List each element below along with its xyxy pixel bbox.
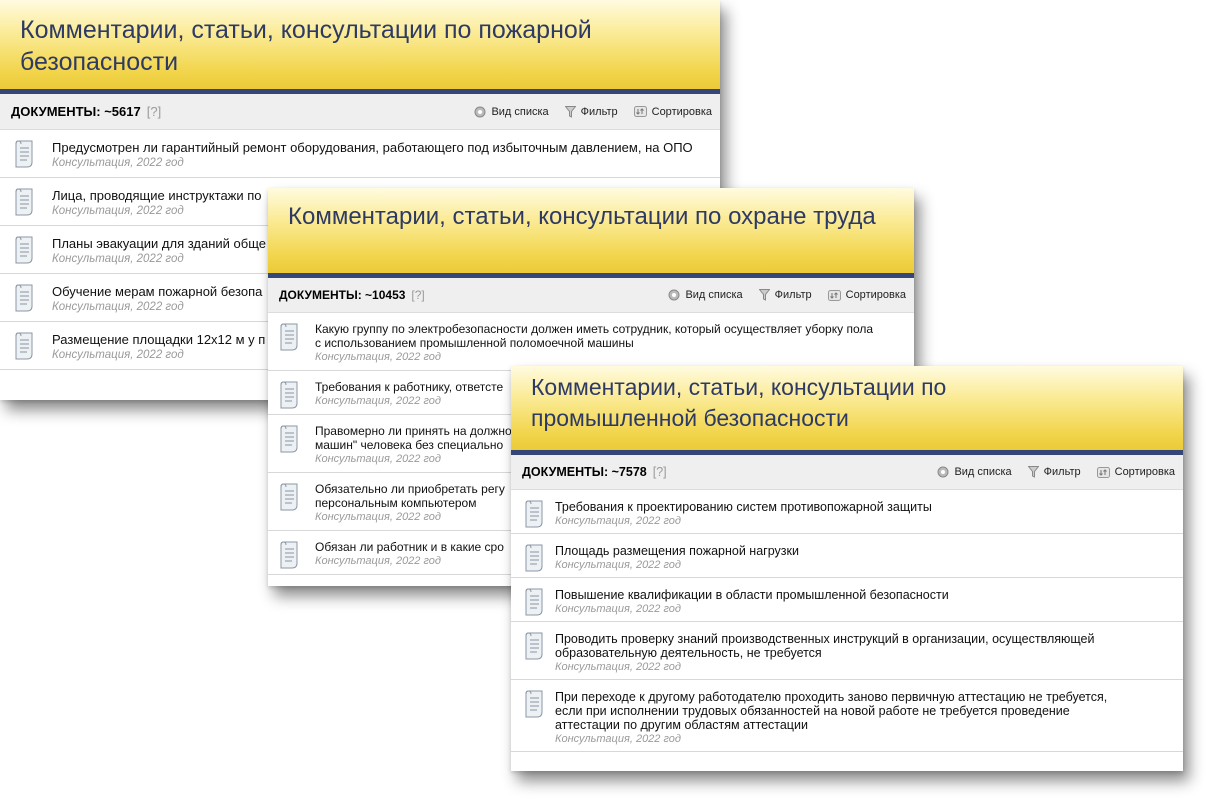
filter-button[interactable]: Фильтр: [758, 289, 812, 301]
document-icon: [525, 632, 543, 660]
panel-header: Комментарии, статьи, консультации по охр…: [268, 188, 914, 278]
document-icon: [280, 541, 298, 569]
document-meta: Консультация, 2022 год: [555, 661, 681, 673]
view-list-button[interactable]: Вид списка: [474, 105, 549, 118]
filter-icon: [1027, 466, 1039, 478]
document-title[interactable]: Требования к проектированию систем проти…: [555, 500, 1173, 514]
document-title[interactable]: Обязательно ли приобретать регу персонал…: [315, 482, 515, 510]
view-list-button[interactable]: Вид списка: [668, 289, 743, 301]
document-title[interactable]: Какую группу по электробезопасности долж…: [315, 322, 875, 350]
industrial-safety-panel: Комментарии, статьи, консультации по про…: [511, 366, 1183, 771]
document-icon: [525, 690, 543, 718]
document-title[interactable]: При переходе к другому работодателю прох…: [555, 690, 1115, 732]
sort-label: Сортировка: [1114, 466, 1175, 478]
sort-icon: [827, 289, 841, 301]
document-meta: Консультация, 2022 год: [555, 603, 681, 615]
list-item[interactable]: Проводить проверку знаний производственн…: [511, 622, 1183, 680]
panel-header: Комментарии, статьи, консультации по про…: [511, 366, 1183, 455]
help-link[interactable]: [?]: [147, 104, 161, 119]
sort-label: Сортировка: [845, 289, 906, 301]
document-icon: [280, 425, 298, 453]
filter-icon: [758, 289, 770, 301]
document-icon: [15, 332, 33, 360]
document-icon: [280, 323, 298, 351]
document-icon: [15, 284, 33, 312]
document-title[interactable]: Повышение квалификации в области промышл…: [555, 588, 1173, 602]
document-meta: Консультация, 2022 год: [555, 559, 681, 571]
document-icon: [525, 500, 543, 528]
document-meta: Консультация, 2022 год: [52, 157, 184, 169]
document-title[interactable]: Проводить проверку знаний производственн…: [555, 632, 1145, 660]
sort-button[interactable]: Сортировка: [633, 105, 712, 118]
filter-label: Фильтр: [774, 289, 812, 301]
document-title[interactable]: Площадь размещения пожарной нагрузки: [555, 544, 1173, 558]
sort-label: Сортировка: [651, 105, 712, 118]
document-icon: [525, 588, 543, 616]
list-item[interactable]: Площадь размещения пожарной нагрузки Кон…: [511, 534, 1183, 578]
view-list-icon: [668, 289, 680, 301]
document-meta: Консультация, 2022 год: [555, 733, 681, 745]
document-title[interactable]: Предусмотрен ли гарантийный ремонт обору…: [52, 140, 710, 155]
filter-label: Фильтр: [580, 105, 618, 118]
panel-title[interactable]: Комментарии, статьи, консультации по пож…: [20, 14, 710, 78]
sort-button[interactable]: Сортировка: [827, 289, 906, 301]
sort-button[interactable]: Сортировка: [1096, 466, 1175, 478]
sort-icon: [633, 106, 647, 117]
document-icon: [15, 140, 33, 168]
documents-count: ДОКУМЕНТЫ: ~10453: [279, 288, 406, 302]
view-list-label: Вид списка: [491, 105, 549, 118]
document-meta: Консультация, 2022 год: [315, 351, 441, 363]
documents-toolbar: ДОКУМЕНТЫ: ~5617 [?] Вид списка Фильтр С…: [0, 94, 720, 130]
documents-toolbar: ДОКУМЕНТЫ: ~10453 [?] Вид списка Фильтр …: [268, 278, 914, 313]
help-link[interactable]: [?]: [411, 288, 424, 302]
documents-count: ДОКУМЕНТЫ: ~5617: [11, 104, 141, 119]
document-icon: [525, 544, 543, 572]
documents-count: ДОКУМЕНТЫ: ~7578: [522, 465, 647, 479]
filter-button[interactable]: Фильтр: [564, 105, 618, 118]
filter-icon: [564, 105, 576, 118]
document-meta: Консультация, 2022 год: [555, 515, 681, 527]
filter-label: Фильтр: [1043, 466, 1081, 478]
view-list-button[interactable]: Вид списка: [937, 466, 1012, 478]
documents-list: Требования к проектированию систем проти…: [511, 490, 1183, 752]
list-item[interactable]: Предусмотрен ли гарантийный ремонт обору…: [0, 130, 720, 178]
panel-title[interactable]: Комментарии, статьи, консультации по про…: [531, 372, 1051, 434]
documents-toolbar: ДОКУМЕНТЫ: ~7578 [?] Вид списка Фильтр С…: [511, 455, 1183, 490]
document-icon: [280, 381, 298, 409]
panel-header: Комментарии, статьи, консультации по пож…: [0, 0, 720, 94]
help-link[interactable]: [?]: [653, 465, 667, 479]
list-item[interactable]: Повышение квалификации в области промышл…: [511, 578, 1183, 622]
list-item[interactable]: Какую группу по электробезопасности долж…: [268, 313, 914, 371]
list-item[interactable]: При переходе к другому работодателю прох…: [511, 680, 1183, 752]
document-icon: [15, 236, 33, 264]
view-list-label: Вид списка: [954, 466, 1012, 478]
document-title[interactable]: Правомерно ли принять на должно машин" ч…: [315, 424, 515, 452]
view-list-icon: [474, 106, 486, 117]
document-icon: [15, 188, 33, 216]
view-list-label: Вид списка: [685, 289, 743, 301]
document-icon: [280, 483, 298, 511]
list-item[interactable]: Требования к проектированию систем проти…: [511, 490, 1183, 534]
view-list-icon: [937, 466, 949, 478]
panel-title[interactable]: Комментарии, статьи, консультации по охр…: [288, 202, 904, 232]
sort-icon: [1096, 466, 1110, 478]
filter-button[interactable]: Фильтр: [1027, 466, 1081, 478]
